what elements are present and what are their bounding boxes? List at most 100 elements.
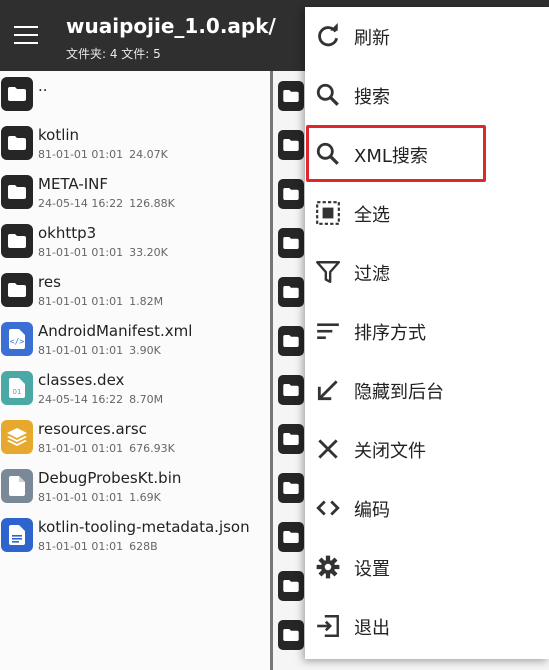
file-size: 628B [129,540,158,553]
file-meta: 81-01-01 01:01 24.07K [38,148,168,161]
search-icon [316,83,339,106]
menu-item-filter[interactable]: 过滤 [305,243,549,302]
file-date: 81-01-01 01:01 [38,491,124,504]
folder-icon[interactable] [278,130,304,160]
menu-item-label: 刷新 [354,28,390,49]
folder-icon[interactable] [278,228,304,258]
file-name: META-INF [38,175,109,193]
menu-item-label: 搜索 [354,87,390,108]
menu-item-label: 全选 [354,205,390,226]
list-item[interactable]: META-INF 24-05-14 16:22 126.88K [0,169,270,218]
menu-item-settings[interactable]: 设置 [305,538,549,597]
file-name: kotlin [38,126,80,144]
select-all-icon [316,201,340,225]
file-size: 1.82M [129,295,164,308]
menu-item-label: 过滤 [354,264,390,285]
menu-item-hide-background[interactable]: 隐藏到后台 [305,361,549,420]
file-date: 24-05-14 16:22 [38,197,124,210]
file-size: 24.07K [129,148,168,161]
file-size: 33.20K [129,246,168,259]
menu-item-label: 排序方式 [354,323,426,344]
file-name: AndroidManifest.xml [38,322,193,340]
file-date: 24-05-14 16:22 [38,393,124,406]
menu-item-select-all[interactable]: 全选 [305,184,549,243]
file-date: 81-01-01 01:01 [38,295,124,308]
folder-icon[interactable] [278,424,304,454]
file-date: 81-01-01 01:01 [38,540,124,553]
file-meta: 81-01-01 01:01 33.20K [38,246,168,259]
folder-icon[interactable] [278,81,304,111]
folder-icon[interactable] [278,326,304,356]
menu-item-sort[interactable]: 排序方式 [305,302,549,361]
file-meta: 81-01-01 01:01 1.69K [38,491,161,504]
list-item[interactable]: resources.arsc 81-01-01 01:01 676.93K [0,414,270,463]
code-icon [316,500,340,516]
path-title: wuaipojie_1.0.apk/ [66,14,276,38]
folder-icon[interactable] [278,473,304,503]
menu-item-label: 退出 [354,618,390,639]
svg-text:01: 01 [13,388,22,396]
file-icon [1,469,33,503]
file-size: 126.88K [129,197,175,210]
folder-icon [1,126,33,160]
menu-item-label: 关闭文件 [354,441,426,462]
file-size: 3.90K [129,344,161,357]
menu-item-label: 设置 [354,559,390,580]
refresh-icon [318,23,339,47]
svg-text:</>: </> [10,337,25,346]
file-name: okhttp3 [38,224,97,242]
sort-icon [317,323,339,340]
file-name: DebugProbesKt.bin [38,469,182,487]
list-item[interactable]: DebugProbesKt.bin 81-01-01 01:01 1.69K [0,463,270,512]
folder-file-count: 文件夹: 4 文件: 5 [66,47,161,61]
file-size: 1.69K [129,491,161,504]
xml-file-icon: </> [1,322,33,356]
list-item[interactable]: 01 classes.dex 24-05-14 16:22 8.70M [0,365,270,414]
menu-item-search[interactable]: 搜索 [305,66,549,125]
folder-icon[interactable] [278,571,304,601]
folder-icon[interactable] [278,522,304,552]
exit-icon [317,615,339,637]
file-size: 676.93K [129,442,175,455]
list-item[interactable]: kotlin 81-01-01 01:01 24.07K [0,120,270,169]
highlight-box [306,125,486,182]
list-item[interactable]: </> AndroidManifest.xml 81-01-01 01:01 3.… [0,316,270,365]
file-meta: 81-01-01 01:01 628B [38,540,158,553]
menu-icon[interactable] [14,26,38,44]
file-meta: 24-05-14 16:22 126.88K [38,197,175,210]
list-item[interactable]: res 81-01-01 01:01 1.82M [0,267,270,316]
menu-item-close-file[interactable]: 关闭文件 [305,420,549,479]
file-name: classes.dex [38,371,125,389]
gear-icon [316,555,340,579]
menu-item-encoding[interactable]: 编码 [305,479,549,538]
layers-icon [1,420,33,454]
menu-item-exit[interactable]: 退出 [305,597,549,656]
file-list-left: .. kotlin 81-01-01 01:01 24.07K META-INF … [0,71,270,670]
arrow-down-left-icon [317,380,338,401]
folder-icon[interactable] [278,375,304,405]
folder-icon [1,273,33,307]
folder-icon [1,77,33,111]
folder-icon[interactable] [278,277,304,307]
file-name: .. [38,77,48,95]
file-meta: 81-01-01 01:01 3.90K [38,344,161,357]
overflow-menu: 刷新 搜索 XML搜索 全选 过滤 排序方式 隐藏到后台 关闭文件 编码 设置 … [305,7,549,659]
list-item[interactable]: kotlin-tooling-metadata.json 81-01-01 01… [0,512,270,561]
file-size: 8.70M [129,393,164,406]
list-item[interactable]: okhttp3 81-01-01 01:01 33.20K [0,218,270,267]
file-date: 81-01-01 01:01 [38,246,124,259]
menu-item-label: 编码 [354,500,390,521]
file-date: 81-01-01 01:01 [38,148,124,161]
filter-icon [315,261,341,283]
dex-file-icon: 01 [1,371,33,405]
file-date: 81-01-01 01:01 [38,344,124,357]
menu-item-label: 隐藏到后台 [354,382,444,403]
file-name: resources.arsc [38,420,147,438]
menu-item-refresh[interactable]: 刷新 [305,7,549,66]
folder-icon[interactable] [278,179,304,209]
folder-icon[interactable] [278,620,304,650]
file-meta: 81-01-01 01:01 1.82M [38,295,163,308]
list-item-parent[interactable]: .. [0,71,270,120]
folder-icon [1,224,33,258]
folder-icon [1,175,33,209]
